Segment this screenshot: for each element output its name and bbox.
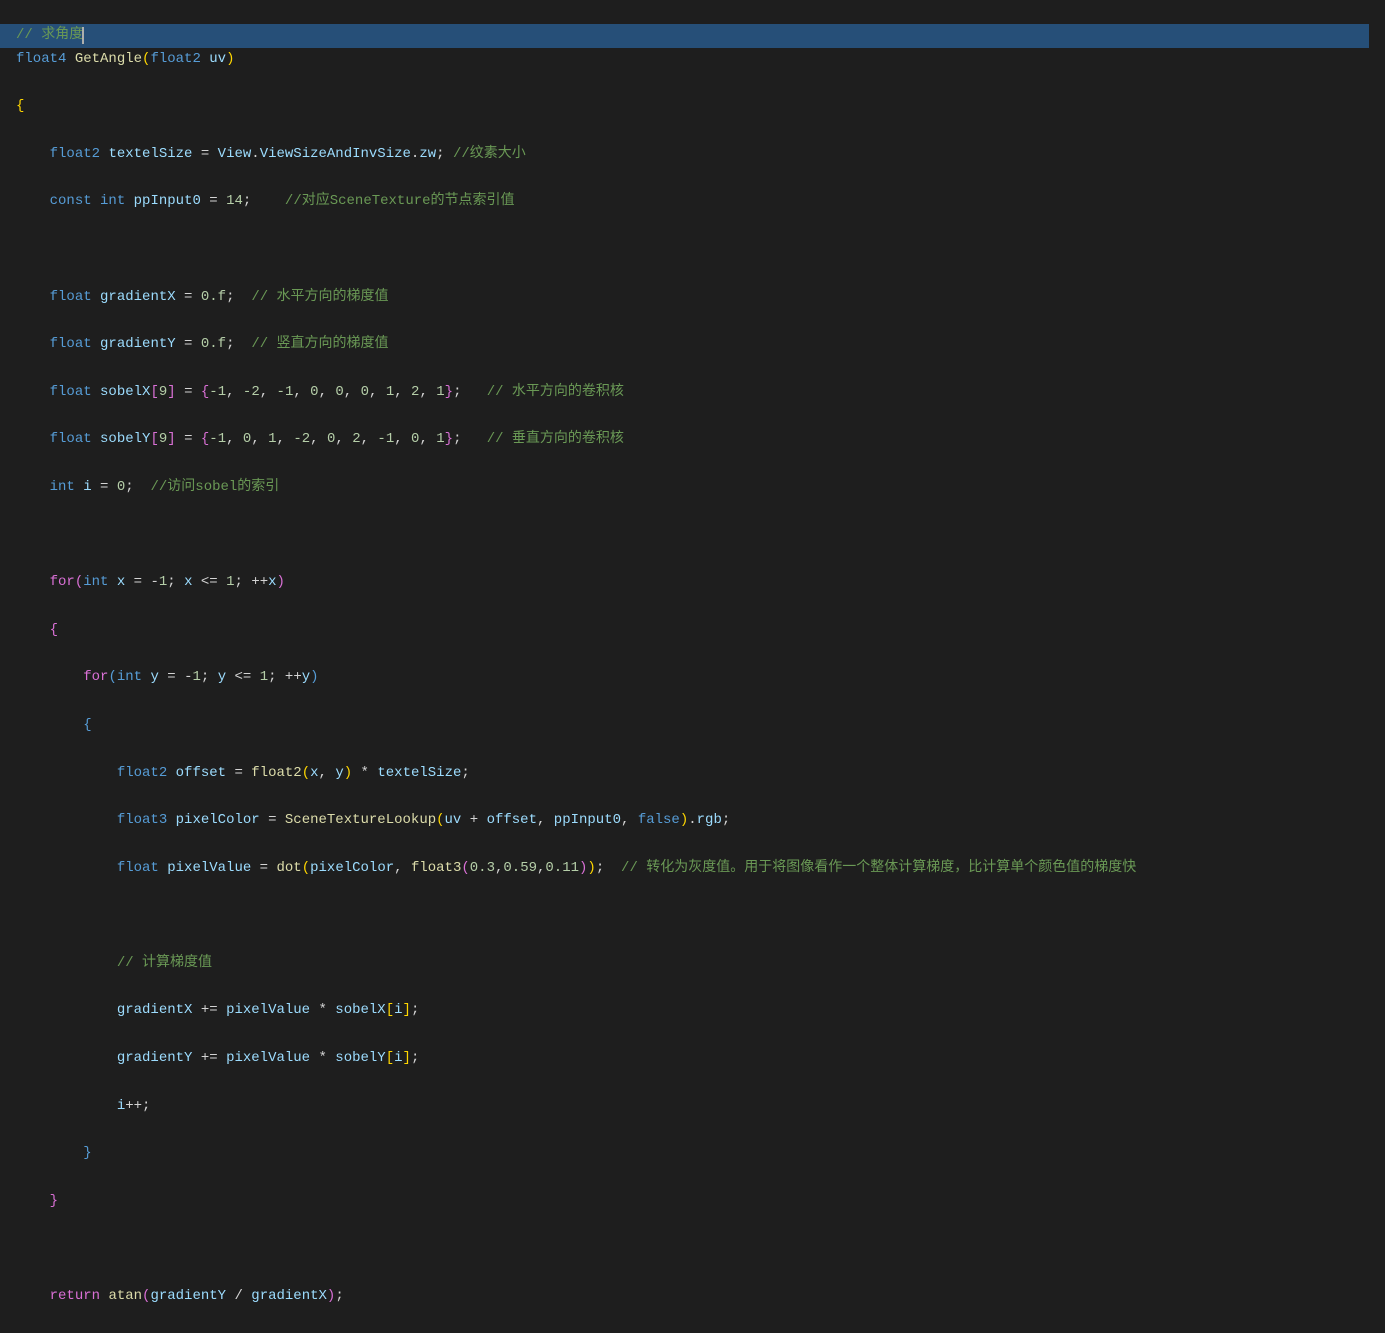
- text-cursor: [82, 27, 84, 44]
- code-line-blank[interactable]: [16, 524, 1385, 548]
- code-line[interactable]: for(int x = -1; x <= 1; ++x): [16, 571, 1385, 595]
- code-line[interactable]: gradientY += pixelValue * sobelY[i];: [16, 1047, 1385, 1071]
- code-line-blank[interactable]: [16, 1237, 1385, 1261]
- code-line[interactable]: for(int y = -1; y <= 1; ++y): [16, 666, 1385, 690]
- code-line[interactable]: float2 textelSize = View.ViewSizeAndInvS…: [16, 143, 1385, 167]
- code-line[interactable]: int i = 0; //访问sobel的索引: [16, 476, 1385, 500]
- code-line[interactable]: i++;: [16, 1095, 1385, 1119]
- code-line[interactable]: return atan(gradientY / gradientX);: [16, 1285, 1385, 1309]
- code-line[interactable]: float3 pixelColor = SceneTextureLookup(u…: [16, 809, 1385, 833]
- code-line[interactable]: float gradientX = 0.f; // 水平方向的梯度值: [16, 286, 1385, 310]
- code-editor[interactable]: // 求角度 float4 GetAngle(float2 uv) { floa…: [0, 0, 1385, 1333]
- code-line[interactable]: // 计算梯度值: [16, 952, 1385, 976]
- code-line[interactable]: float2 offset = float2(x, y) * textelSiz…: [16, 762, 1385, 786]
- comment: // 求角度: [16, 27, 83, 43]
- code-line[interactable]: float sobelX[9] = {-1, -2, -1, 0, 0, 0, …: [16, 381, 1385, 405]
- code-line-blank[interactable]: [16, 238, 1385, 262]
- code-line[interactable]: float4 GetAngle(float2 uv): [16, 48, 1385, 72]
- code-line[interactable]: float sobelY[9] = {-1, 0, 1, -2, 0, 2, -…: [16, 428, 1385, 452]
- code-line[interactable]: gradientX += pixelValue * sobelX[i];: [16, 999, 1385, 1023]
- code-line[interactable]: float gradientY = 0.f; // 竖直方向的梯度值: [16, 333, 1385, 357]
- code-line[interactable]: }: [16, 1190, 1385, 1214]
- code-line-selected[interactable]: // 求角度: [0, 24, 1369, 48]
- code-line[interactable]: const int ppInput0 = 14; //对应SceneTextur…: [16, 190, 1385, 214]
- code-line[interactable]: }: [16, 1142, 1385, 1166]
- code-line[interactable]: float pixelValue = dot(pixelColor, float…: [16, 857, 1385, 881]
- code-line[interactable]: {: [16, 95, 1385, 119]
- code-line-blank[interactable]: [16, 904, 1385, 928]
- code-line[interactable]: {: [16, 714, 1385, 738]
- code-line[interactable]: {: [16, 619, 1385, 643]
